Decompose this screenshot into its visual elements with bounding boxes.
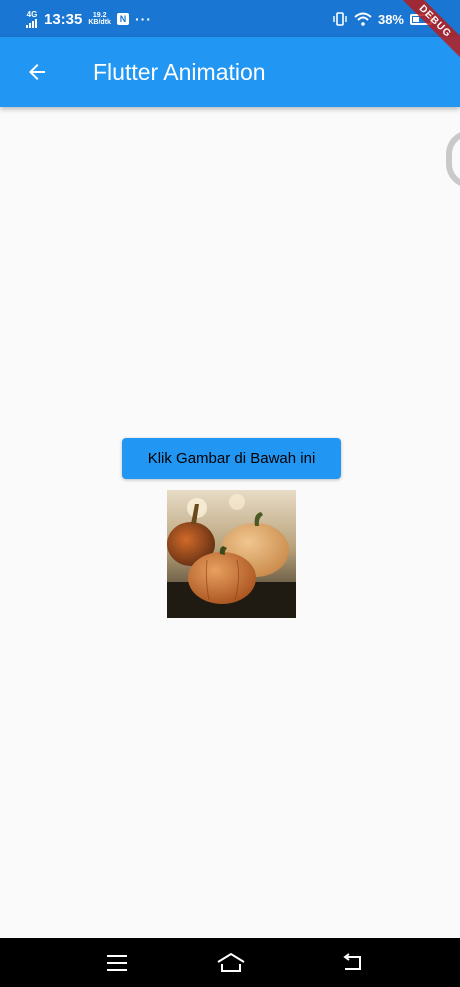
back-button[interactable] [14,49,60,95]
home-icon [217,952,245,972]
status-left: 4G 13:35 19.2 KB/dtk N ··· [26,9,152,29]
back-nav-button[interactable] [333,948,373,978]
network-type: 4G [26,9,38,19]
edge-swipe-handle[interactable] [446,130,460,188]
status-bar: 4G 13:35 19.2 KB/dtk N ··· 38% [0,0,460,37]
arrow-left-icon [29,64,45,80]
wifi-icon [354,12,372,26]
network-speed: 19.2 KB/dtk [88,12,111,26]
signal-bars-icon [26,18,37,28]
menu-icon [107,955,127,971]
page-title: Flutter Animation [93,59,266,85]
speed-unit: KB/dtk [88,19,111,26]
vibrate-icon [333,12,347,26]
speed-value: 19.2 [92,12,107,19]
signal-icon: 4G [26,9,38,28]
battery-percent: 38% [377,11,404,27]
menu-button[interactable] [97,948,137,978]
system-nav-bar [0,938,460,987]
app-bar: Flutter Animation [0,37,460,107]
notification-app-icon: N [116,13,129,25]
more-notifications-icon: ··· [134,11,152,27]
back-icon [343,953,361,970]
home-button[interactable] [211,948,251,978]
status-time: 13:35 [44,10,83,28]
battery-fill [413,16,419,22]
pumpkins-photo[interactable] [167,490,296,618]
click-image-button[interactable]: Klik Gambar di Bawah ini [122,438,341,479]
